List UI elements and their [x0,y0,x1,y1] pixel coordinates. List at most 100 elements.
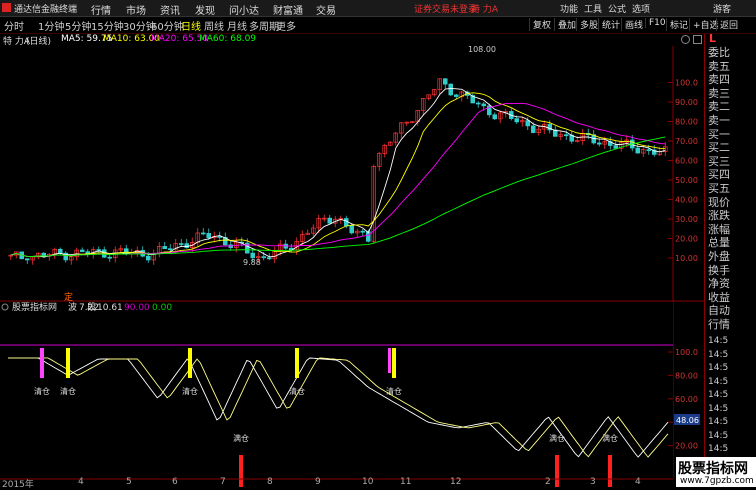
segment-label: 段 [87,301,96,313]
date-label: 6 [172,477,178,487]
trade-warning[interactable]: 证券交易未登录 [414,2,477,15]
period-1min[interactable]: 1分钟 [38,18,64,33]
buy-signal-bar [40,348,44,378]
side-item[interactable]: 涨跌 [708,209,730,223]
side-item[interactable]: 自动 [708,304,730,318]
candle-body [200,232,206,235]
period-timeshare[interactable]: 分时 [4,18,24,33]
menu-discover[interactable]: 发现 [195,2,215,17]
period-60min[interactable]: 60分钟 [151,18,184,33]
button-f10[interactable]: F10 [645,18,666,28]
tick-time: 14:5 [708,349,729,360]
button-adjust[interactable]: 复权 [529,18,551,31]
date-label: 2015年 [2,480,34,490]
sell-label: 满仓 [602,433,618,443]
menu-formula[interactable]: 公式 [608,2,626,15]
date-label: 3 [590,477,596,487]
side-item[interactable]: 现价 [708,196,730,210]
side-item[interactable]: 买四 [708,168,730,182]
candle-body [475,102,481,105]
side-item[interactable]: 外盘 [708,250,730,264]
side-item[interactable]: 行情 [708,318,730,332]
button-back[interactable]: 返回 [716,18,738,31]
period-multi[interactable]: 多周期 [249,18,279,33]
button-multi-stock[interactable]: 多股 [576,18,598,31]
side-item[interactable]: 卖二 [708,100,730,114]
y-tick-label: 70.00 [675,137,698,146]
button-draw[interactable]: 画线 [621,18,643,31]
side-item[interactable]: 收益 [708,291,730,305]
period-15min[interactable]: 15分钟 [91,18,124,33]
tick-time: 14:5 [708,336,729,346]
side-item[interactable]: 换手 [708,264,730,278]
badge-ding: 定 [64,291,73,303]
indicator-panel [0,302,673,479]
candle-body [349,225,355,234]
y-tick-label: 100.0 [675,79,698,88]
candle-body [635,147,641,154]
candle-body [343,218,349,227]
button-add-watchlist[interactable]: +自选 [689,18,719,31]
button-stats[interactable]: 统计 [598,18,620,31]
menu-tools[interactable]: 工具 [584,2,602,15]
chart-area[interactable]: 100.090.0080.0070.0060.0050.0040.0030.00… [0,46,704,487]
side-item[interactable]: 买三 [708,155,730,169]
level-high: 90.00 [124,303,150,313]
date-label: 9 [315,477,321,487]
buy-signal-bar [188,348,192,378]
candle-body [178,243,184,245]
period-more[interactable]: 更多 [276,18,296,33]
date-label: 11 [400,477,412,487]
side-item[interactable]: 卖一 [708,114,730,128]
side-item[interactable]: 卖四 [708,73,730,87]
period-monthly[interactable]: 月线 [227,18,247,33]
candle-body [442,78,448,85]
menu-wealth[interactable]: 财富通 [273,2,303,17]
candle-body [514,118,520,123]
y-tick-label: 90.00 [675,98,698,107]
period-weekly[interactable]: 周线 [204,18,224,33]
menu-ask[interactable]: 问小达 [229,2,259,17]
side-header: L [705,32,756,46]
period-daily[interactable]: 日线 [181,18,201,33]
side-item[interactable]: 卖五 [708,60,730,74]
buy-label: 清仓 [60,386,76,396]
side-item[interactable]: 卖三 [708,87,730,101]
candle-body [206,233,212,239]
maximize-icon[interactable] [693,35,702,44]
app-logo-icon [2,3,11,12]
menu-news[interactable]: 资讯 [160,2,180,17]
guest-label[interactable]: 游客 [713,2,731,15]
candle-body [184,243,190,248]
segment-value: 10.61 [97,303,123,313]
title-bar: 通达信金融终端 行情 市场 资讯 发现 问小达 财富通 交易 证券交易未登录 特… [0,0,756,17]
date-label: 5 [126,477,132,487]
side-item[interactable]: 买五 [708,182,730,196]
side-item[interactable]: 总量 [708,236,730,250]
date-label: 4 [635,477,641,487]
x-axis-labels: 2015年 4 5 6 7 8 9 10 11 12 2 3 4 [0,477,673,490]
side-item[interactable]: 买二 [708,141,730,155]
button-mark[interactable]: 标记 [666,18,688,31]
side-item[interactable]: 涨幅 [708,223,730,237]
y-tick-label: 10.00 [675,254,698,263]
menu-options[interactable]: 选项 [632,2,650,15]
y-tick-label: 20.00 [675,442,698,451]
menu-trade[interactable]: 交易 [316,2,336,17]
side-top-letter: L [709,32,717,45]
tick-time: 14:5 [708,444,729,454]
period-5min[interactable]: 5分钟 [65,18,91,33]
menu-function[interactable]: 功能 [560,2,578,15]
settings-icon[interactable] [681,35,690,44]
quote-side-panel: L 委比 卖五 卖四 卖三 卖二 卖一 买一 买二 买三 买四 买五 现价 涨跌 涨幅 总量 外盘 换手 净资 收益… [704,32,756,487]
tick-time: 14:5 [708,376,729,387]
side-item[interactable]: 委比 [708,46,730,60]
side-item[interactable]: 净资 [708,277,730,291]
button-overlay[interactable]: 叠加 [554,18,576,31]
side-item[interactable]: 买一 [708,128,730,142]
menu-quotes[interactable]: 行情 [91,2,111,17]
low-price-label: 9.88 [243,258,261,267]
menu-market[interactable]: 市场 [126,2,146,17]
y-tick-label: 30.00 [675,215,698,224]
stock-title: 特 力A [471,5,499,15]
